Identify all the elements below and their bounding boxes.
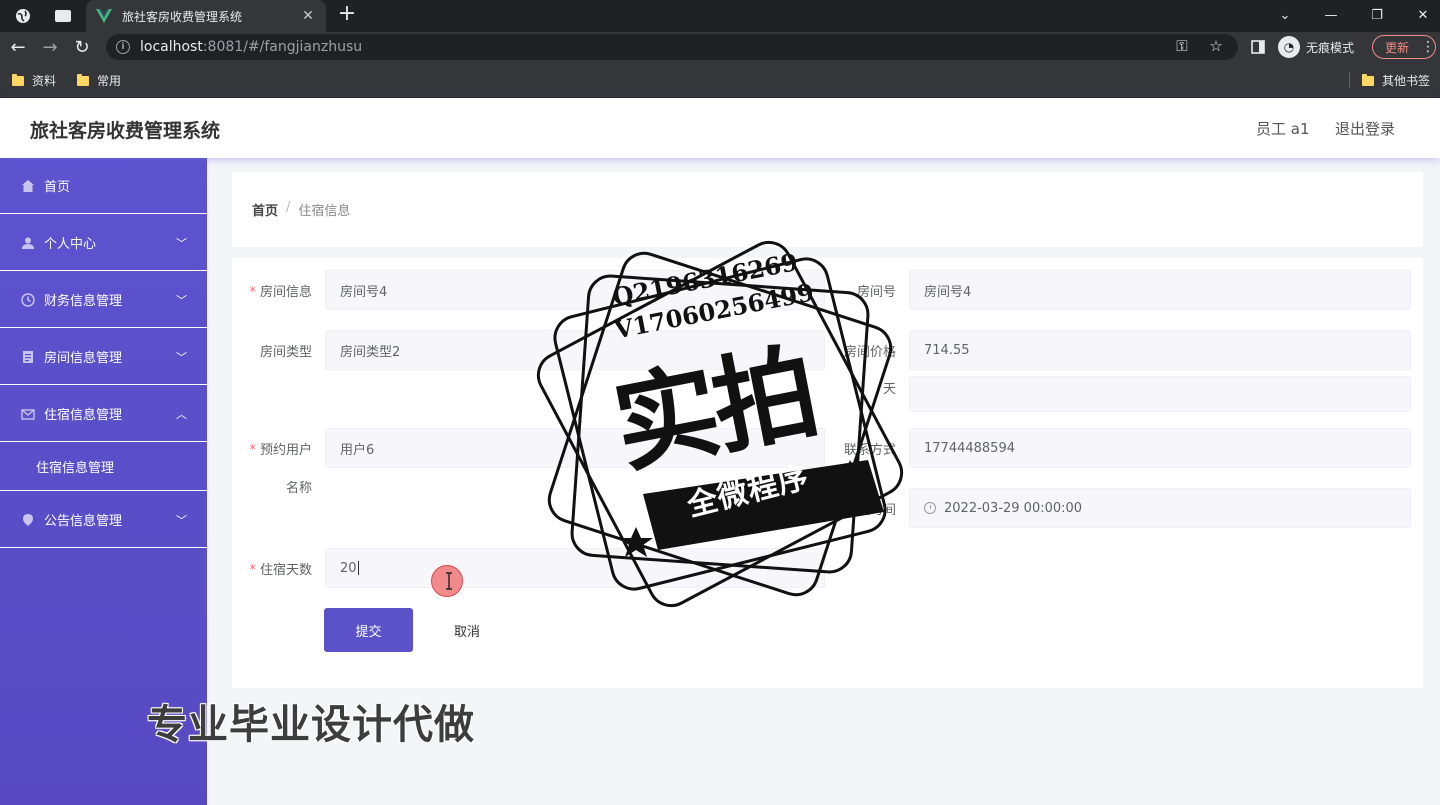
text-caret [357,561,359,575]
browser-toolbar: ← → ↻ i localhost :8081/#/fangjianzhusu … [0,32,1440,62]
document-icon [20,349,36,365]
address-bar[interactable]: i localhost :8081/#/fangjianzhusu ⚿ ☆ [106,34,1238,60]
url-path: :8081/#/fangjianzhusu [202,39,363,55]
bookmark-label: 常用 [97,74,122,88]
update-label: 更新 [1385,40,1410,55]
update-button[interactable]: 更新 ⋮ [1372,35,1436,59]
sidebar-item-finance[interactable]: 财务信息管理 ﹀ [0,272,207,328]
forward-arrow-icon[interactable]: → [38,35,62,59]
vue-logo-icon [96,9,112,23]
mail-icon [20,406,36,422]
bookmarks-bar: 资料 常用 其他书签 [0,62,1440,98]
sidebar-subitem-label: 住宿信息管理 [36,461,115,476]
sidebar-item-label: 公告信息管理 [44,514,123,529]
app-title: 旅社客房收费管理系统 [30,120,221,142]
breadcrumb-current: 住宿信息 [298,204,351,219]
location-icon [20,512,36,528]
sidebar-item-home[interactable]: 首页 [0,158,207,214]
bookmark-label: 资料 [32,74,57,88]
sidebar-item-label: 房间信息管理 [44,351,123,366]
booking-user-label: * 预约用户 [249,443,312,458]
incognito-label: 无痕模式 [1306,40,1355,55]
clock-icon [924,502,936,514]
folder-icon [1362,73,1374,86]
logout-link[interactable]: 退出登录 [1335,118,1395,139]
bookmark-separator [1349,72,1350,88]
chevron-down-icon: ﹀ [176,294,187,307]
tab-close-icon[interactable]: ✕ [300,8,316,24]
checkin-time-picker[interactable]: 2022-03-29 00:00:00 [909,488,1411,528]
text-cursor-icon [446,572,452,590]
room-price-input[interactable]: 714.55 [909,330,1411,370]
bookmark-star-icon[interactable]: ☆ [1206,37,1226,57]
room-no-input[interactable]: 房间号4 [909,270,1411,310]
restore-icon[interactable]: ❐ [1354,0,1400,30]
submit-button[interactable]: 提交 [324,608,413,652]
contact-input[interactable]: 17744488594 [909,428,1411,468]
incognito-indicator[interactable]: ◔ 无痕模式 [1278,36,1354,58]
sidebar-subitem-lodging-manage[interactable]: 住宿信息管理 [0,443,207,491]
globe-icon[interactable] [12,5,34,27]
chevron-down-icon: ﹀ [176,351,187,364]
overlay-caption: 专业毕业设计代做 [147,702,475,748]
chevron-down-icon: ﹀ [176,514,187,527]
room-type-label: 房间类型 [259,345,312,360]
sidebar-item-label: 住宿信息管理 [44,408,123,423]
stay-days-label: * 住宿天数 [249,563,312,578]
sidebar-item-notice[interactable]: 公告信息管理 ﹀ [0,492,207,548]
new-tab-plus-icon[interactable]: + [335,2,359,26]
sidebar-item-personal[interactable]: 个人中心 ﹀ [0,215,207,271]
user-icon [20,235,36,251]
checkin-time-value: 2022-03-29 00:00:00 [944,500,1083,516]
stay-days-value: 20 [340,560,357,576]
tab-title: 旅社客房收费管理系统 [122,9,243,24]
folder-icon [12,73,24,86]
room-info-label: * 房间信息 [249,285,312,300]
site-info-icon[interactable]: i [116,40,130,54]
bookmark-folder-other[interactable]: 其他书签 [1362,72,1430,89]
key-icon[interactable]: ⚿ [1172,37,1192,57]
tab-search-icon[interactable] [52,5,74,27]
side-panel-icon[interactable] [1246,35,1270,59]
current-user: 员工 a1 [1256,120,1310,138]
home-icon [20,178,36,194]
bookmark-folder-ziliao[interactable]: 资料 [12,72,56,89]
tab-list-chevron-icon[interactable]: ⌄ [1262,0,1308,30]
bookmark-folder-changyong[interactable]: 常用 [77,72,121,89]
back-arrow-icon[interactable]: ← [6,35,30,59]
bookmark-label: 其他书签 [1382,74,1431,88]
sidebar-item-label: 个人中心 [44,237,97,252]
url-host: localhost [140,39,203,55]
app-header: 旅社客房收费管理系统 员工 a1 退出登录 [0,98,1440,158]
browser-tab-strip: 旅社客房收费管理系统 ✕ + ⌄ — ❐ ✕ [0,0,1440,32]
clock-icon [20,292,36,308]
sidebar-item-lodging[interactable]: 住宿信息管理 ︿ [0,386,207,442]
breadcrumb-home[interactable]: 首页 [252,200,278,219]
chevron-down-icon: ﹀ [176,237,187,250]
breadcrumb-separator: / [286,200,291,215]
sidebar-item-label: 财务信息管理 [44,294,123,309]
reload-icon[interactable]: ↻ [70,35,94,59]
sidebar-item-label: 首页 [44,180,71,195]
minimize-icon[interactable]: — [1308,0,1354,30]
window-close-icon[interactable]: ✕ [1400,0,1440,30]
active-tab[interactable]: 旅社客房收费管理系统 ✕ [86,0,326,32]
more-menu-icon[interactable]: ⋮ [1421,39,1435,55]
incognito-icon: ◔ [1278,36,1300,58]
booking-user-label-line2: 名称 [285,481,312,496]
sidebar-item-rooms[interactable]: 房间信息管理 ﹀ [0,329,207,385]
chevron-up-icon: ︿ [176,408,187,421]
cancel-button[interactable]: 取消 [432,608,502,652]
folder-icon [77,73,89,86]
day-unit-input[interactable] [909,376,1411,412]
breadcrumb: 首页 / 住宿信息 [252,200,350,219]
